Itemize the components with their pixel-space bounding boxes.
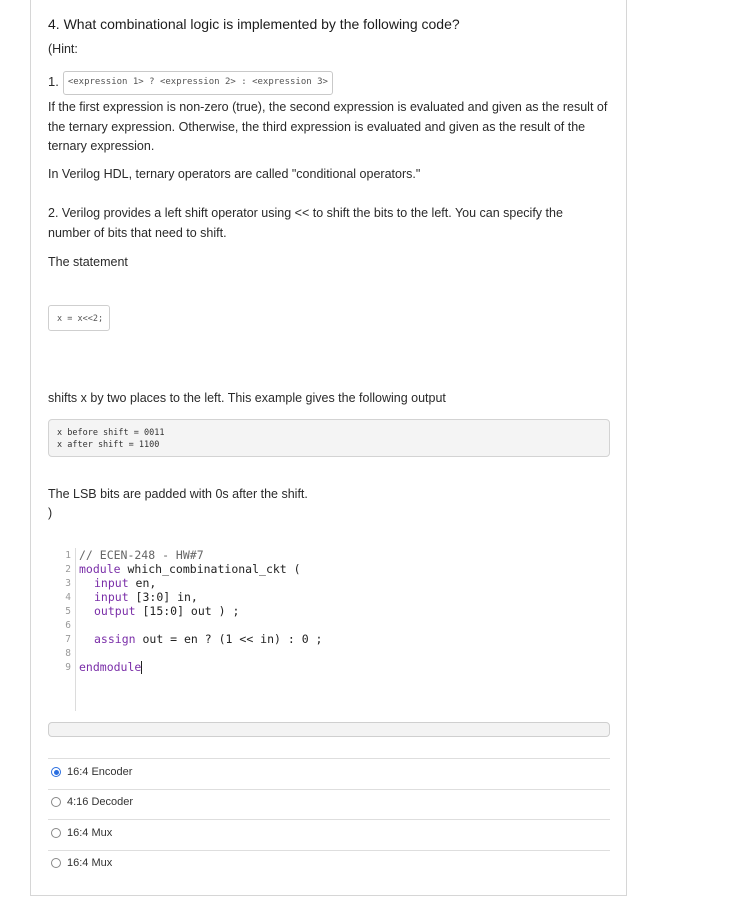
item2-line-2: number of bits that need to shift. — [48, 226, 227, 240]
code-line-5[interactable]: output [15:0] out ) ; — [94, 604, 239, 618]
answer-separator-bar — [48, 722, 610, 737]
shift-output-box: x before shift = 0011 x after shift = 11… — [48, 419, 610, 457]
ternary-syntax-code: <expression 1> ? <expression 2> : <expre… — [62, 71, 333, 95]
line-number: 9 — [65, 662, 71, 673]
option-3[interactable]: 16:4 Mux — [51, 827, 112, 839]
divider — [48, 789, 610, 790]
code-keyword: assign — [94, 632, 136, 646]
code-text: out = en ? (1 << in) : 0 ; — [135, 632, 323, 646]
option-label: 16:4 Mux — [67, 827, 113, 839]
item1-line-2: the ternary expression. Otherwise, the t… — [48, 120, 586, 134]
radio-icon[interactable] — [51, 828, 61, 838]
option-2[interactable]: 4:16 Decoder — [51, 796, 133, 808]
code-line-4[interactable]: input [3:0] in, — [94, 590, 198, 604]
item1-line-3: ternary expression. — [48, 139, 155, 153]
code-line-1[interactable]: // ECEN-248 - HW#7 — [79, 548, 204, 562]
option-1[interactable]: 16:4 Encoder — [51, 766, 132, 778]
line-number: 8 — [65, 648, 71, 659]
question-title: 4. What combinational logic is implement… — [48, 16, 460, 32]
radio-selected-icon[interactable] — [51, 767, 61, 777]
line-number: 3 — [65, 578, 71, 589]
output-line-after: x after shift = 1100 — [57, 440, 160, 450]
item1-number: 1. — [48, 74, 59, 90]
hint-close: ) — [48, 506, 53, 520]
code-line-9[interactable]: endmodule — [79, 660, 143, 674]
divider — [48, 758, 610, 759]
item1-line-1: If the first expression is non-zero (tru… — [48, 100, 608, 114]
output-line-before: x before shift = 0011 — [57, 428, 165, 438]
shift-description: shifts x by two places to the left. This… — [48, 391, 446, 405]
line-number: 2 — [65, 564, 71, 575]
code-text: en, — [128, 576, 157, 590]
option-label: 4:16 Decoder — [67, 796, 134, 808]
item1-note: In Verilog HDL, ternary operators are ca… — [48, 167, 421, 181]
code-keyword: output — [94, 604, 136, 618]
divider — [48, 850, 610, 851]
text-cursor — [141, 661, 143, 674]
lsb-note: The LSB bits are padded with 0s after th… — [48, 487, 308, 501]
hint-open: (Hint: — [48, 42, 78, 56]
item1-row: 1. <expression 1> ? <expression 2> : <exp… — [48, 71, 333, 95]
radio-icon[interactable] — [51, 858, 61, 868]
code-keyword: module — [79, 562, 121, 576]
item2-line-1: 2. Verilog provides a left shift operato… — [48, 206, 563, 220]
code-keyword: endmodule — [79, 660, 142, 674]
divider — [48, 819, 610, 820]
shift-code-box: x = x<<2; — [48, 305, 110, 331]
code-line-7[interactable]: assign out = en ? (1 << in) : 0 ; — [94, 632, 322, 646]
line-number: 4 — [65, 592, 71, 603]
code-keyword: input — [94, 590, 129, 604]
code-text: [15:0] out ) ; — [135, 604, 240, 618]
option-label: 16:4 Mux — [67, 857, 113, 869]
line-number: 6 — [65, 620, 71, 631]
code-line-2[interactable]: module which_combinational_ckt ( — [79, 562, 301, 576]
line-number: 7 — [65, 634, 71, 645]
code-keyword: input — [94, 576, 129, 590]
statement-label: The statement — [48, 255, 128, 269]
option-4[interactable]: 16:4 Mux — [51, 857, 112, 869]
code-text: which_combinational_ckt ( — [120, 562, 301, 576]
code-line-3[interactable]: input en, — [94, 576, 156, 590]
line-number: 5 — [65, 606, 71, 617]
line-number: 1 — [65, 550, 71, 561]
code-text: [3:0] in, — [128, 590, 198, 604]
option-label: 16:4 Encoder — [67, 766, 133, 778]
radio-icon[interactable] — [51, 797, 61, 807]
